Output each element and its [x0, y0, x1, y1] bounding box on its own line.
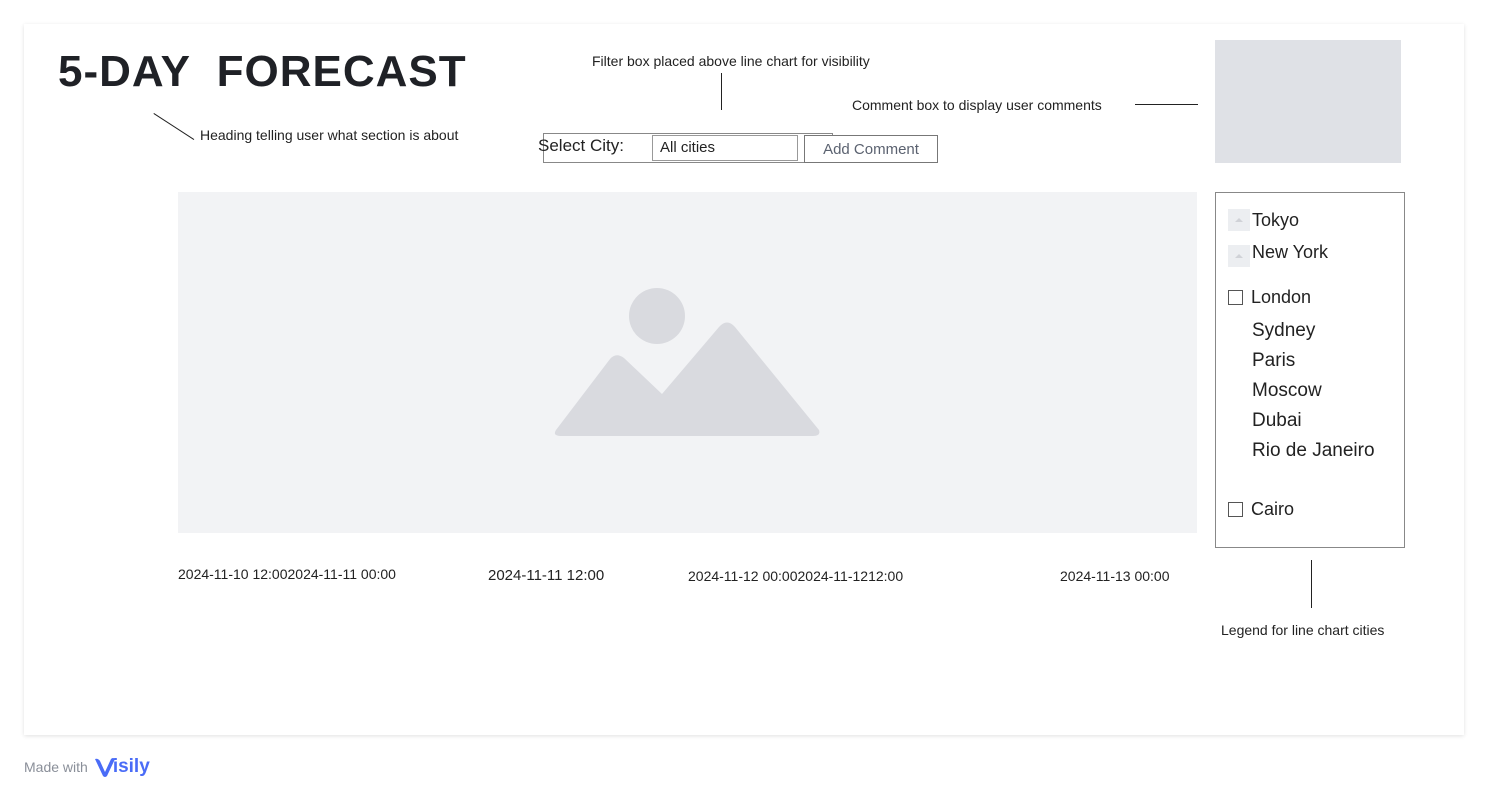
legend-item-label: London — [1251, 287, 1312, 307]
legend-checkbox[interactable] — [1228, 501, 1243, 517]
comment-annotation: Comment box to display user comments — [852, 97, 1102, 113]
legend-item-new-york[interactable]: New York — [1228, 237, 1328, 267]
legend-item-moscow[interactable]: Moscow — [1252, 380, 1322, 402]
comment-box — [1215, 40, 1401, 163]
image-thumbnail-icon — [1228, 209, 1250, 231]
legend-item-label: Cairo — [1251, 499, 1295, 519]
filter-annotation-line — [721, 73, 722, 110]
brand-name: isily — [112, 756, 150, 777]
legend-annotation: Legend for line chart cities — [1221, 622, 1385, 638]
x-tick-label: 2024-11-10 12:002024-11-11 00:00 — [178, 566, 396, 582]
city-select[interactable]: All cities — [652, 135, 798, 161]
footer: Made with isily — [24, 756, 150, 778]
x-tick-label: 2024-11-13 00:00 — [1060, 568, 1170, 584]
legend-item-dubai[interactable]: Dubai — [1252, 410, 1302, 432]
add-comment-button[interactable]: Add Comment — [804, 135, 938, 163]
chart-legend: Tokyo New York London Sydney Paris Mosco… — [1215, 192, 1405, 548]
page-title: 5-DAY FORECAST — [58, 47, 467, 96]
comment-annotation-line — [1135, 104, 1198, 105]
select-city-label: Select City: — [538, 136, 624, 155]
legend-item-rio-de-janeiro[interactable]: Rio de Janeiro — [1252, 440, 1375, 462]
legend-item-paris[interactable]: Paris — [1252, 350, 1295, 372]
legend-item-sydney[interactable]: Sydney — [1252, 320, 1315, 342]
legend-item-tokyo[interactable]: Tokyo — [1228, 209, 1299, 231]
x-tick-label: 2024-11-12 00:002024-11-1212:00 — [688, 568, 904, 584]
legend-item-cairo[interactable]: Cairo — [1228, 498, 1294, 520]
legend-item-label: New York — [1252, 242, 1329, 262]
image-thumbnail-icon — [1228, 245, 1250, 267]
legend-item-label: Tokyo — [1252, 210, 1300, 230]
line-chart-placeholder — [178, 192, 1197, 533]
filter-annotation: Filter box placed above line chart for v… — [592, 53, 870, 69]
made-with-label: Made with — [24, 759, 88, 775]
x-tick-label: 2024-11-11 12:00 — [488, 567, 605, 584]
legend-item-london[interactable]: London — [1228, 286, 1311, 308]
legend-checkbox[interactable] — [1228, 289, 1243, 305]
legend-annotation-line — [1311, 560, 1312, 608]
visily-logo[interactable]: isily — [94, 756, 150, 778]
image-placeholder-icon — [554, 288, 820, 436]
heading-annotation: Heading telling user what section is abo… — [200, 127, 459, 143]
